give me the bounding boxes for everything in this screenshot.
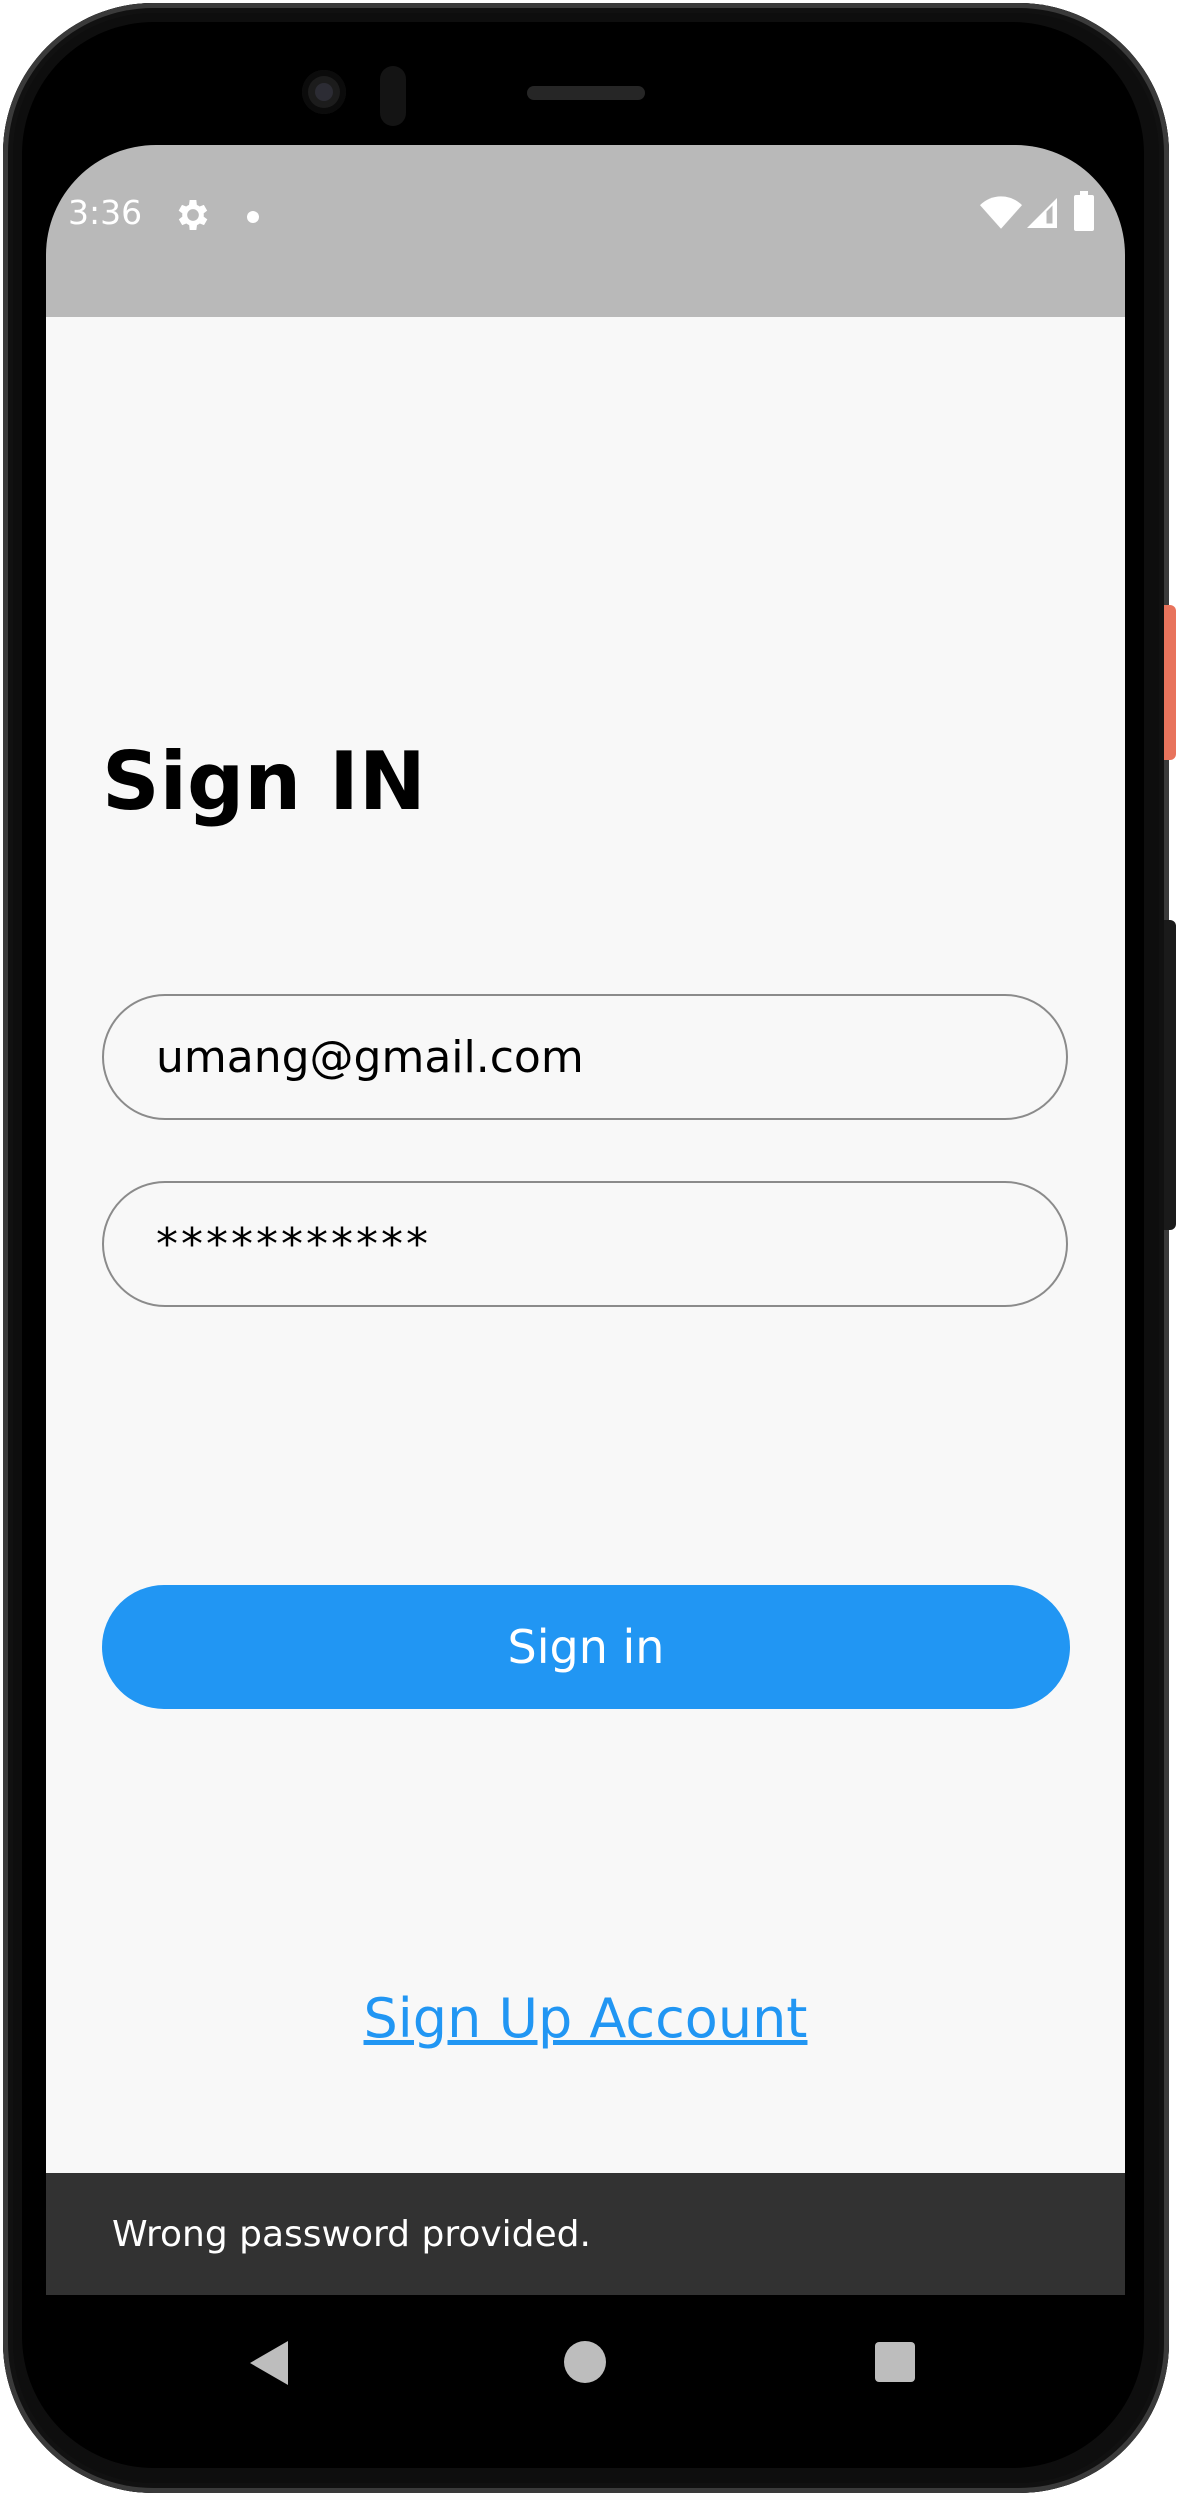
wifi-icon (980, 196, 1022, 229)
screen: 3:36 Sign IN umang@gmail.com ***********… (46, 145, 1125, 2435)
error-snackbar: Wrong password provided. (46, 2173, 1125, 2295)
gear-icon (178, 200, 208, 230)
sign-in-button[interactable]: Sign in (102, 1585, 1070, 1709)
front-camera (302, 70, 346, 114)
status-time: 3:36 (68, 193, 143, 232)
earpiece-speaker (527, 86, 645, 100)
navigation-bar (46, 2295, 1125, 2435)
snackbar-message: Wrong password provided. (112, 2213, 591, 2255)
sign-up-link[interactable]: Sign Up Account (46, 1987, 1125, 2050)
sign-in-screen: Sign IN umang@gmail.com *********** Sign… (46, 317, 1125, 2173)
proximity-sensor (380, 66, 406, 126)
email-field[interactable]: umang@gmail.com (102, 994, 1068, 1120)
power-button[interactable] (1164, 605, 1176, 760)
password-field[interactable]: *********** (102, 1181, 1068, 1307)
phone-device: 3:36 Sign IN umang@gmail.com ***********… (0, 0, 1178, 2498)
status-bar: 3:36 (46, 145, 1125, 317)
page-title: Sign IN (102, 735, 426, 828)
home-icon[interactable] (564, 2341, 606, 2383)
back-icon[interactable] (248, 2339, 290, 2387)
signal-icon (1027, 198, 1057, 228)
notification-dot-icon (247, 211, 259, 223)
recents-icon[interactable] (875, 2342, 915, 2382)
volume-rocker[interactable] (1164, 920, 1176, 1230)
battery-icon (1074, 191, 1094, 231)
